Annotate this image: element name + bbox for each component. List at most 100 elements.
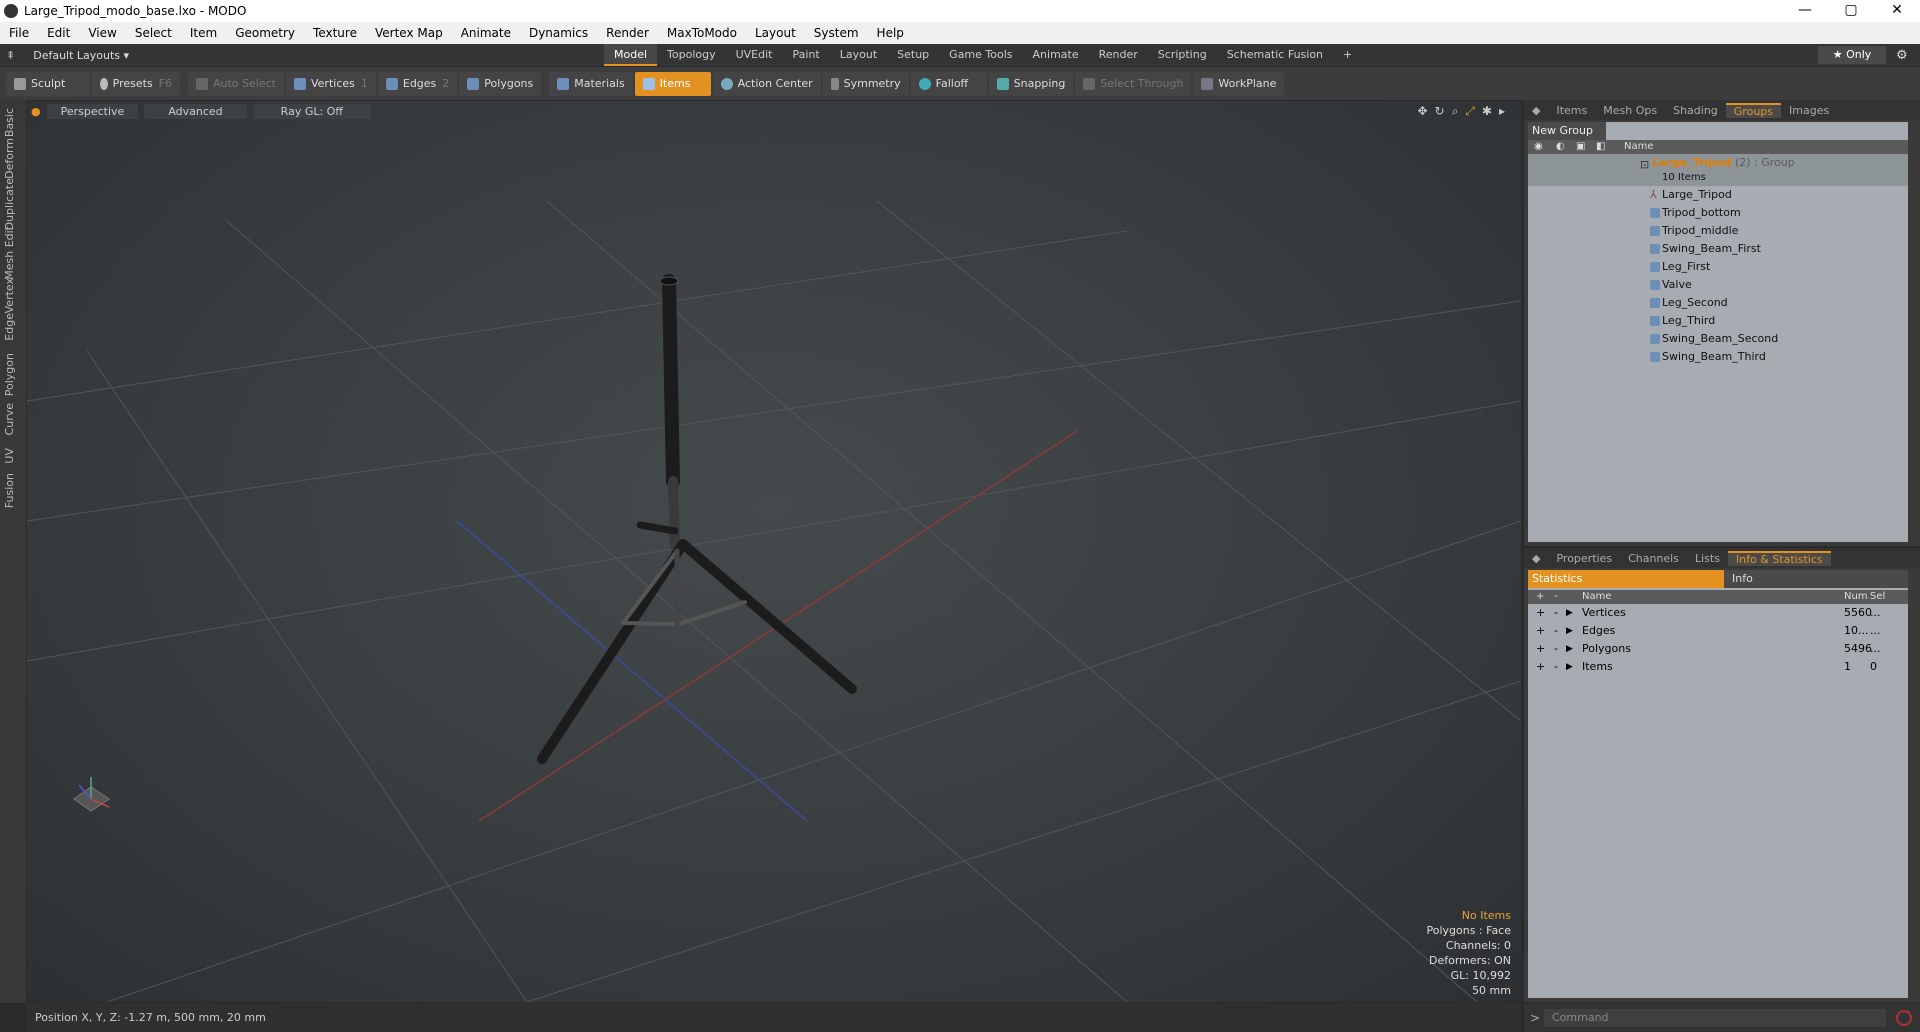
collapse-minus-icon[interactable]: -	[1554, 604, 1558, 622]
menu-geometry[interactable]: Geometry	[226, 26, 304, 40]
raygl-dropdown[interactable]: Ray GL: Off	[252, 103, 371, 119]
group-child-row[interactable]: Tripod_middle	[1528, 222, 1908, 240]
tab-topology[interactable]: Topology	[657, 44, 726, 66]
tab-uvedit[interactable]: UVEdit	[726, 44, 783, 66]
sculpt-button[interactable]: Sculpt	[6, 71, 90, 96]
statistics-row[interactable]: + - ▶ Items 1 0	[1528, 658, 1908, 676]
expand-arrow-icon[interactable]: ▶	[1566, 658, 1573, 676]
perspective-dropdown[interactable]: Perspective	[46, 103, 139, 119]
panel-tab-properties[interactable]: Properties	[1548, 552, 1620, 565]
group-child-row[interactable]: Swing_Beam_Third	[1528, 348, 1908, 366]
tab-setup[interactable]: Setup	[887, 44, 939, 66]
group-child-row[interactable]: Leg_First	[1528, 258, 1908, 276]
panel-tab-images[interactable]: Images	[1781, 104, 1837, 117]
left-tab-fusion[interactable]: Fusion	[3, 473, 16, 508]
left-tab-uv[interactable]: UV	[3, 448, 16, 464]
left-tab-edge[interactable]: Edge	[3, 313, 16, 341]
pan-icon[interactable]: ✥	[1417, 104, 1427, 119]
expand-plus-icon[interactable]: +	[1536, 622, 1545, 640]
menu-item[interactable]: Item	[181, 26, 226, 40]
new-group-button[interactable]: New Group	[1528, 122, 1606, 140]
tab-paint[interactable]: Paint	[783, 44, 830, 66]
statistics-row[interactable]: + - ▶ Polygons 5496...	[1528, 640, 1908, 658]
panel-tab-items[interactable]: Items	[1548, 104, 1595, 117]
panel-tab-lists[interactable]: Lists	[1687, 552, 1728, 565]
left-tab-curve[interactable]: Curve	[3, 403, 16, 435]
group-child-row[interactable]: Leg_Third	[1528, 312, 1908, 330]
menu-vertex-map[interactable]: Vertex Map	[366, 26, 452, 40]
default-layouts-dropdown[interactable]: Default Layouts ▾	[33, 49, 129, 62]
statistics-tab[interactable]: Statistics	[1528, 570, 1724, 588]
expand-arrow-icon[interactable]: ▶	[1566, 640, 1573, 658]
items-button[interactable]: Items	[634, 71, 711, 96]
tab-scripting[interactable]: Scripting	[1148, 44, 1217, 66]
menu-animate[interactable]: Animate	[452, 26, 520, 40]
panel-menu-icon[interactable]: ◆	[1524, 104, 1548, 117]
vertices-button[interactable]: Vertices 1	[285, 71, 376, 96]
tab-layout[interactable]: Layout	[830, 44, 887, 66]
gear-icon[interactable]: ⚙	[1896, 48, 1908, 63]
close-button[interactable]: ✕	[1874, 0, 1920, 22]
expand-arrow-icon[interactable]: ▶	[1566, 604, 1573, 622]
collapse-minus-icon[interactable]: -	[1554, 640, 1558, 658]
workplane-button[interactable]: WorkPlane	[1193, 71, 1285, 96]
group-root-row[interactable]: ⊡ Large_Tripod (2) : Group 10 Items	[1528, 154, 1908, 186]
menu-system[interactable]: System	[805, 26, 868, 40]
materials-button[interactable]: Materials	[549, 71, 633, 96]
tab-model[interactable]: Model	[604, 44, 658, 66]
polygons-button[interactable]: Polygons	[459, 71, 542, 96]
left-tab-polygon[interactable]: Polygon	[3, 353, 16, 396]
maximize-button[interactable]: ▢	[1828, 0, 1874, 22]
group-child-row[interactable]: Leg_Second	[1528, 294, 1908, 312]
menu-file[interactable]: File	[0, 26, 38, 40]
auto-select-button[interactable]: Auto Select	[188, 71, 284, 96]
snapping-button[interactable]: Snapping	[988, 71, 1074, 96]
left-tab-vertex[interactable]: Vertex	[3, 278, 16, 313]
expand-plus-icon[interactable]: +	[1536, 604, 1545, 622]
viewport-expand-icon[interactable]: ▸	[1499, 104, 1505, 119]
add-tab-button[interactable]: +	[1333, 44, 1362, 66]
zoom-icon[interactable]: ⌕	[1452, 104, 1459, 119]
menu-edit[interactable]: Edit	[38, 26, 79, 40]
tab-animate[interactable]: Animate	[1023, 44, 1089, 66]
group-child-row[interactable]: Swing_Beam_First	[1528, 240, 1908, 258]
panel-tab-info-statistics[interactable]: Info & Statistics	[1727, 550, 1831, 566]
tab-schematic-fusion[interactable]: Schematic Fusion	[1217, 44, 1333, 66]
left-tab-mesh-edit[interactable]: Mesh Edit	[3, 226, 16, 280]
left-tab-basic[interactable]: Basic	[3, 108, 16, 137]
info-tab[interactable]: Info	[1724, 570, 1908, 588]
menu-layout[interactable]: Layout	[746, 26, 805, 40]
panel-tab-groups[interactable]: Groups	[1725, 102, 1782, 118]
statistics-row[interactable]: + - ▶ Edges 10......	[1528, 622, 1908, 640]
only-button[interactable]: ★ Only	[1818, 46, 1886, 64]
select-through-button[interactable]: Select Through	[1075, 71, 1192, 96]
fit-icon[interactable]: ⤢	[1465, 104, 1475, 119]
panel-tab-shading[interactable]: Shading	[1665, 104, 1726, 117]
panel-tab-mesh-ops[interactable]: Mesh Ops	[1595, 104, 1665, 117]
action-center-button[interactable]: Action Center	[712, 71, 821, 96]
menu-dynamics[interactable]: Dynamics	[520, 26, 597, 40]
group-child-row[interactable]: Swing_Beam_Second	[1528, 330, 1908, 348]
menu-render[interactable]: Render	[597, 26, 658, 40]
menu-texture[interactable]: Texture	[304, 26, 366, 40]
symmetry-button[interactable]: Symmetry	[822, 71, 909, 96]
menu-select[interactable]: Select	[126, 26, 181, 40]
panel-menu-icon[interactable]: ◆	[1524, 552, 1548, 565]
statistics-row[interactable]: + - ▶ Vertices 5560...	[1528, 604, 1908, 622]
collapse-minus-icon[interactable]: -	[1554, 622, 1558, 640]
expand-plus-icon[interactable]: +	[1536, 640, 1545, 658]
3d-viewport[interactable]: ● Perspective Advanced Ray GL: Off ✥ ↻ ⌕…	[27, 101, 1521, 1002]
layout-collapse-icon[interactable]: ⇞	[6, 49, 15, 62]
group-child-row[interactable]: Valve	[1528, 276, 1908, 294]
rotate-icon[interactable]: ↻	[1435, 104, 1445, 119]
record-icon[interactable]	[1896, 1009, 1912, 1026]
minimize-button[interactable]: —	[1782, 0, 1828, 22]
edges-button[interactable]: Edges 2	[377, 71, 458, 96]
left-tab-deform[interactable]: Deform	[3, 138, 16, 179]
expand-plus-icon[interactable]: +	[1536, 658, 1545, 676]
group-child-row[interactable]: ⅄ Large_Tripod	[1528, 186, 1908, 204]
left-tab-duplicate[interactable]: Duplicate	[3, 178, 16, 230]
group-child-row[interactable]: Tripod_bottom	[1528, 204, 1908, 222]
command-input[interactable]: Command	[1544, 1008, 1886, 1027]
viewport-menu-icon[interactable]: ●	[31, 105, 41, 118]
